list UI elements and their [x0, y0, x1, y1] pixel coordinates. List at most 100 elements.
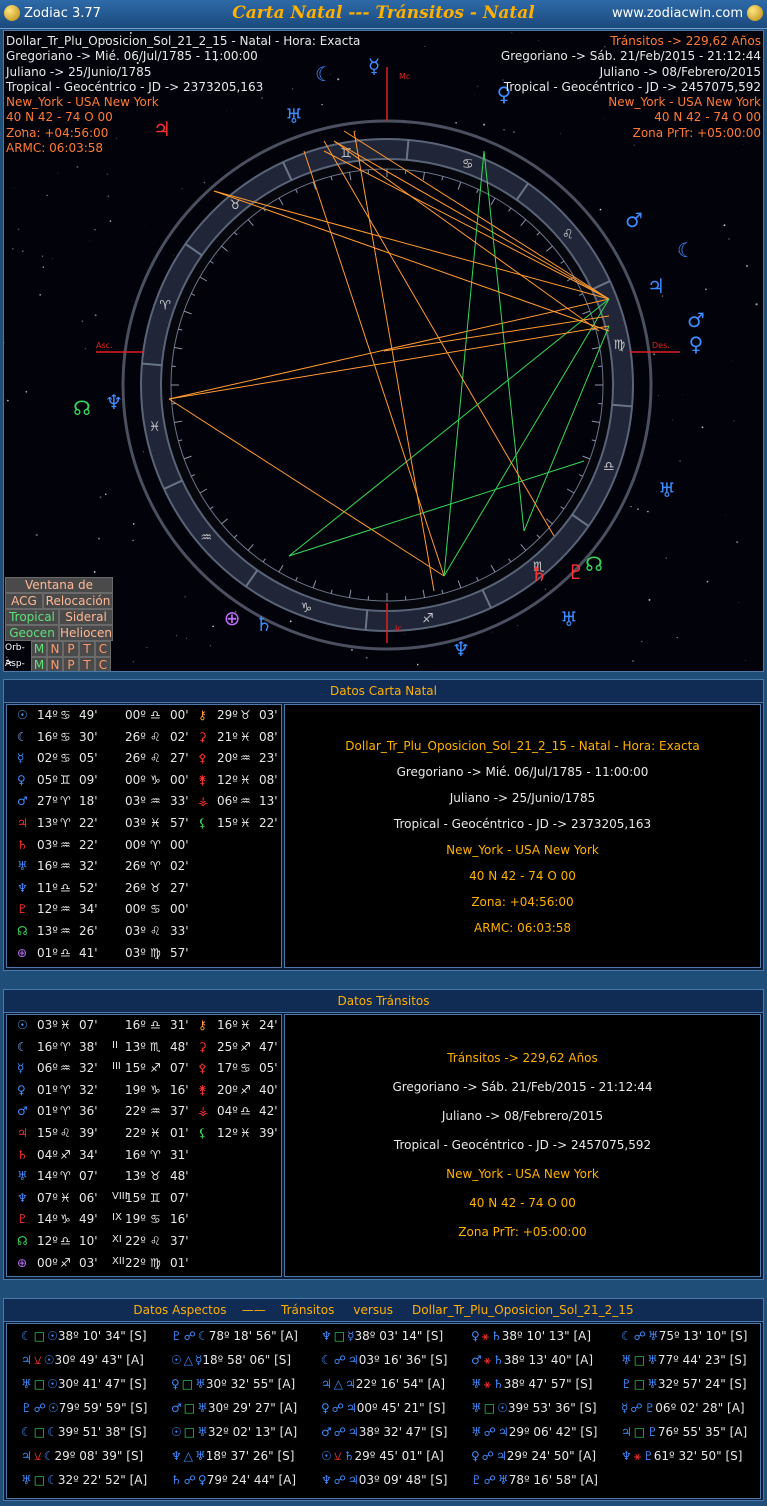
- planet-icon: ♃: [345, 1401, 357, 1415]
- planet-icon: ♅: [17, 859, 28, 874]
- orb-m-button[interactable]: M: [31, 641, 47, 657]
- planet-icon: ☾: [17, 1039, 28, 1054]
- planet-icon: ☾: [321, 1353, 332, 1367]
- acg-button[interactable]: ACG: [5, 593, 43, 609]
- heliocen-button[interactable]: Heliocen: [59, 625, 113, 641]
- planet-glyph-icon[interactable]: ♀: [689, 332, 704, 356]
- table-row: ♇ 12º ♒ 34' 00º ♋ 00': [7, 899, 281, 921]
- star: [599, 208, 602, 211]
- orb-c-button[interactable]: C: [95, 641, 111, 657]
- aspect-icon: □: [183, 1425, 196, 1439]
- position-value: 17º: [217, 1061, 238, 1076]
- info-line: New_York - USA New York: [6, 95, 159, 110]
- planet-icon: ☾: [621, 1329, 632, 1343]
- sign-label: ♑: [300, 601, 312, 616]
- aspect-item: ☾ □ ☾39º 51' 38" [S]: [21, 1425, 147, 1439]
- position-value: 15º: [125, 1061, 146, 1076]
- planet-glyph-icon[interactable]: ♃: [647, 274, 665, 298]
- star: [146, 647, 148, 649]
- position-value: 16º: [37, 729, 58, 744]
- position-value: 22º: [125, 1255, 146, 1270]
- star: [35, 533, 38, 537]
- orb-t-button[interactable]: T: [79, 641, 95, 657]
- aspect-icon: □: [33, 1473, 46, 1487]
- star: [132, 661, 134, 663]
- planet-glyph-icon[interactable]: ♅: [658, 478, 676, 502]
- position-value: ♌: [150, 729, 161, 744]
- asp-c-button[interactable]: C: [95, 657, 111, 671]
- planet-icon: ♅: [21, 1473, 32, 1487]
- ventana-ciclos-button[interactable]: Ventana de Ciclos: [5, 577, 113, 607]
- chart-panel[interactable]: ♎ ♏ ♐ ♑ ♒ ♓ ♈ ♉ ♊ ♋ ♌ ♍ Mc Asc. Des. Ic ♂ ☾ ♃ ♂ ♀ ♅ ♄ ☊ ♇ ♅ ♆ ♄ ⊕ ♆ ☊ ♅…: [3, 30, 764, 672]
- planet-glyph-icon[interactable]: ☊: [73, 396, 91, 420]
- position-value: 23': [259, 751, 278, 766]
- position-value: 26º: [125, 880, 146, 895]
- star: [416, 663, 419, 666]
- planet-glyph-icon[interactable]: ♆: [452, 637, 470, 661]
- asp-p-button[interactable]: P: [63, 657, 79, 671]
- position-value: 06º: [37, 1061, 58, 1076]
- transits-data-section: Datos Tránsitos ☉ 03º ♓ 07' 16º ♎ 31' ⚷ 16º ♓ 24' ☾…: [3, 989, 764, 1280]
- sideral-button[interactable]: Sideral: [59, 609, 113, 625]
- position-value: ♒: [150, 794, 161, 809]
- planet-glyph-icon[interactable]: ☾: [677, 238, 695, 262]
- asteroid-icon: ⚶: [198, 1104, 209, 1119]
- asp-n-button[interactable]: N: [47, 657, 63, 671]
- aspect-value: 29º 45' 01" [A]: [354, 1449, 444, 1463]
- sign-label: ♌: [562, 227, 574, 242]
- orb-n-button[interactable]: N: [47, 641, 63, 657]
- star: [46, 194, 48, 196]
- planet-glyph-icon[interactable]: ♂: [625, 208, 643, 232]
- planet-icon: ♂: [17, 1104, 28, 1119]
- orb-p-button[interactable]: P: [63, 641, 79, 657]
- planet-icon: ♇: [642, 1449, 654, 1463]
- planet-icon: ♆: [621, 1449, 632, 1463]
- planet-glyph-icon[interactable]: ♅: [560, 607, 578, 631]
- aspects-grid: ☾ □ ☉38º 10' 34" [S] ♇ ☍ ☾78º 18' 56" [A] ♆ □ ☿3…: [6, 1323, 761, 1499]
- planet-glyph-icon[interactable]: ☊: [585, 552, 603, 576]
- info-line: 40 N 42 - 74 O 00: [6, 110, 113, 125]
- planet-glyph-icon[interactable]: ♇: [567, 560, 585, 584]
- planet-icon: ♅: [497, 1473, 509, 1487]
- aspect-value: 18º 58' 06" [S]: [202, 1353, 292, 1367]
- aspect-item: ♃ ⚺ ☾29º 08' 39" [S]: [21, 1449, 143, 1464]
- planet-icon: ♃: [17, 815, 28, 830]
- tropical-button[interactable]: Tropical: [5, 609, 59, 625]
- star: [13, 187, 15, 189]
- star: [724, 31, 726, 33]
- planet-glyph-icon[interactable]: ♄: [530, 562, 548, 586]
- position-value: ♎: [60, 880, 71, 895]
- planet-icon: ♄: [17, 837, 28, 852]
- position-value: 38': [79, 1039, 98, 1054]
- star: [473, 94, 475, 95]
- planet-icon: ☉: [43, 1353, 55, 1367]
- asp-m-button[interactable]: M: [31, 657, 47, 671]
- planet-icon: ♅: [471, 1377, 482, 1391]
- planet-glyph-icon[interactable]: ♂: [687, 308, 705, 332]
- position-value: ♐: [240, 1039, 251, 1054]
- planet-icon: ☾: [197, 1329, 209, 1343]
- asp-t-button[interactable]: T: [79, 657, 95, 671]
- site-link[interactable]: www.zodiacwin.com: [612, 6, 743, 21]
- aspect-icon: ⚹: [633, 1449, 641, 1463]
- house-prefix: IX: [112, 1212, 122, 1224]
- description-line: New_York - USA New York: [446, 843, 599, 857]
- position-value: ♓: [150, 1125, 161, 1140]
- position-value: 37': [170, 1104, 189, 1119]
- planet-glyph-icon[interactable]: ♄: [255, 612, 273, 636]
- planet-glyph-icon[interactable]: ☿: [368, 54, 380, 78]
- position-value: 04º: [217, 1104, 238, 1119]
- planet-glyph-icon[interactable]: ⊕: [224, 606, 241, 630]
- planet-icon: ♆: [321, 1473, 332, 1487]
- relocacion-button[interactable]: Relocación: [43, 593, 113, 609]
- description-line: Gregoriano -> Mié. 06/Jul/1785 - 11:00:0…: [396, 765, 649, 779]
- geocen-button[interactable]: Geocen: [5, 625, 59, 641]
- transits-header: Datos Tránsitos: [4, 990, 763, 1013]
- asteroid-icon: ⚵: [198, 772, 207, 787]
- star: [544, 588, 546, 590]
- position-value: 15º: [37, 1125, 58, 1140]
- sign-label: ♓: [149, 420, 161, 435]
- position-value: ♑: [150, 772, 161, 787]
- planet-glyph-icon[interactable]: ♆: [105, 390, 123, 414]
- position-value: ♏: [150, 1039, 161, 1054]
